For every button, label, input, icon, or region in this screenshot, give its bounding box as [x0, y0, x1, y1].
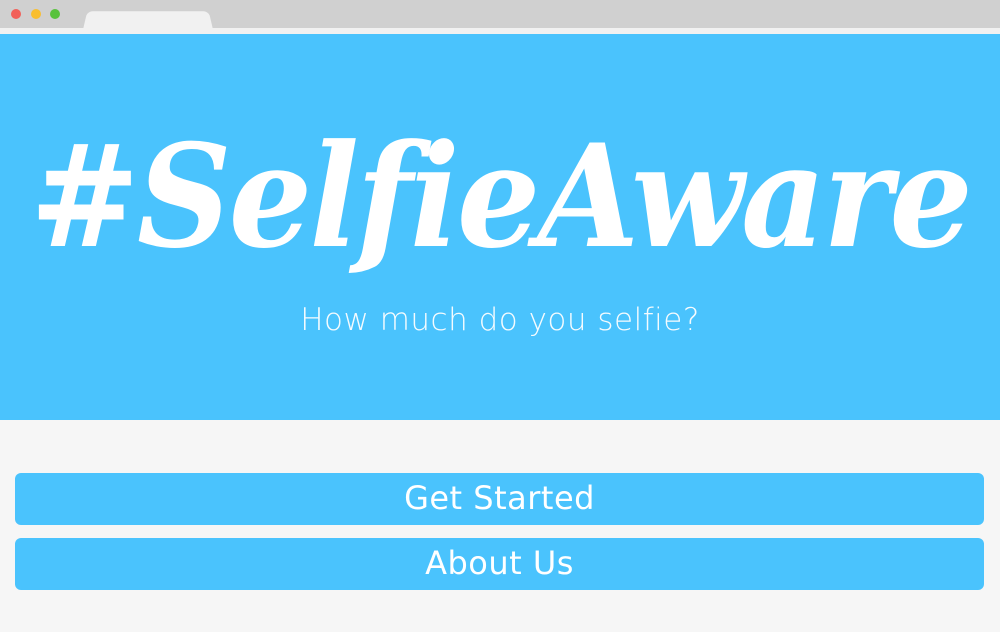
hero-banner: #SelfieAware How much do you selfie?	[0, 34, 1000, 420]
zoom-window-button[interactable]	[50, 9, 60, 19]
minimize-window-button[interactable]	[31, 9, 41, 19]
brand-logo: #SelfieAware	[0, 96, 1000, 286]
close-window-button[interactable]	[11, 9, 21, 19]
about-us-button[interactable]: About Us	[15, 538, 984, 590]
hero-subtitle: How much do you selfie?	[300, 302, 700, 338]
get-started-button[interactable]: Get Started	[15, 473, 984, 525]
brand-title: #SelfieAware	[30, 114, 970, 280]
